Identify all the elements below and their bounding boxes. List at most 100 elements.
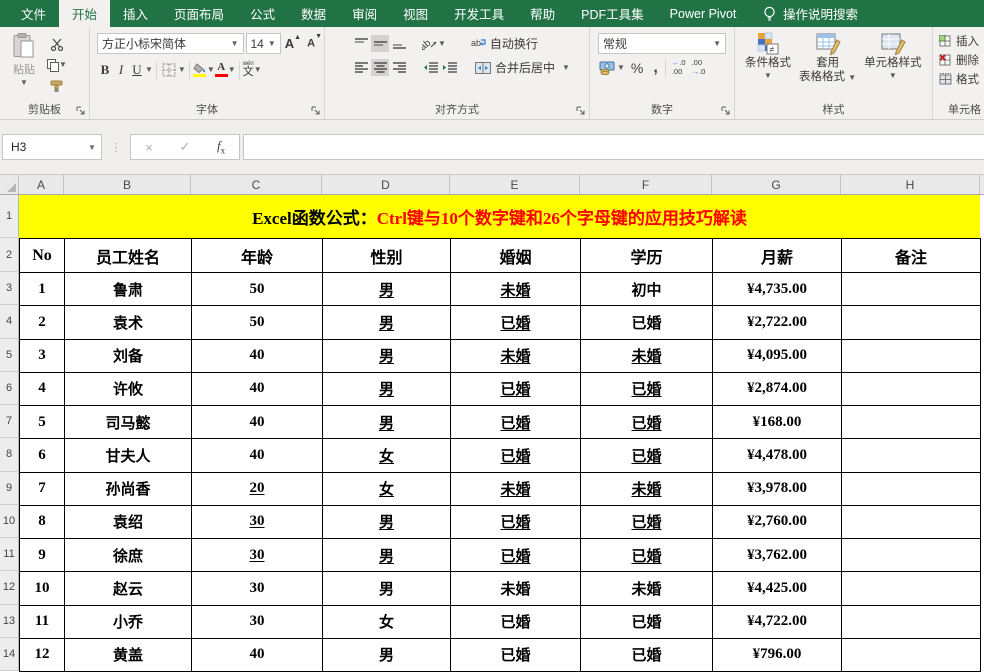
row-header-5[interactable]: 5 xyxy=(0,338,19,372)
conditional-formatting-button[interactable]: ≠ 条件格式 ▼ xyxy=(745,32,791,85)
cell-marital[interactable]: 已婚 xyxy=(450,637,581,672)
cut-button[interactable] xyxy=(46,36,68,52)
cell-name[interactable]: 司马懿 xyxy=(64,404,192,440)
cell-no[interactable]: 9 xyxy=(19,537,65,573)
cell-remark[interactable] xyxy=(841,504,981,540)
cell-remark[interactable] xyxy=(841,271,981,307)
cell-gender[interactable]: 男 xyxy=(322,338,451,373)
cell-marital[interactable]: 已婚 xyxy=(450,537,581,573)
column-header-C[interactable]: C xyxy=(191,175,322,194)
cell-name[interactable]: 袁术 xyxy=(64,305,192,340)
decrease-font-size-button[interactable]: A▼ xyxy=(305,33,324,50)
underline-button[interactable]: U xyxy=(129,60,145,79)
cell-age[interactable]: 40 xyxy=(191,338,323,373)
cell-name[interactable]: 刘备 xyxy=(64,338,192,373)
cell-salary[interactable]: ¥168.00 xyxy=(712,404,842,440)
row-header-4[interactable]: 4 xyxy=(0,305,19,339)
cell-age[interactable]: 30 xyxy=(191,537,323,573)
fill-color-dropdown-arrow[interactable]: ▼ xyxy=(207,65,215,74)
cell-age[interactable]: 40 xyxy=(191,637,323,672)
cell-salary[interactable]: ¥4,722.00 xyxy=(712,604,842,639)
row-header-3[interactable]: 3 xyxy=(0,272,19,306)
tab-开始[interactable]: 开始 xyxy=(59,0,111,27)
cell-salary[interactable]: ¥3,762.00 xyxy=(712,537,842,573)
align-bottom-button[interactable] xyxy=(390,35,408,52)
cell-gender[interactable]: 女 xyxy=(322,604,451,639)
font-dialog-launcher[interactable] xyxy=(311,106,321,116)
cell-salary[interactable]: ¥3,978.00 xyxy=(712,471,842,506)
row-header-7[interactable]: 7 xyxy=(0,405,19,439)
cell-education[interactable]: 已婚 xyxy=(580,371,713,407)
cell-marital[interactable]: 已婚 xyxy=(450,371,581,407)
format-as-table-button[interactable]: 套用 表格格式 ▼ xyxy=(799,32,856,85)
cell-remark[interactable] xyxy=(841,438,981,473)
row-header-8[interactable]: 8 xyxy=(0,438,19,472)
number-format-combo[interactable]: 常规 ▼ xyxy=(598,33,726,54)
decrease-indent-button[interactable] xyxy=(421,59,439,76)
cell-no[interactable]: 12 xyxy=(19,637,65,672)
cell-name[interactable]: 许攸 xyxy=(64,371,192,407)
column-header-G[interactable]: G xyxy=(712,175,841,194)
wrap-text-button[interactable]: ab 自动换行 xyxy=(470,34,539,53)
tab-文件[interactable]: 文件 xyxy=(8,0,59,27)
paste-button[interactable]: 粘贴 ▼ xyxy=(6,33,42,94)
cell-gender[interactable]: 男 xyxy=(322,504,451,540)
tell-me-search[interactable]: 操作说明搜索 xyxy=(763,0,984,27)
phonetic-guide-button[interactable]: wén 文 xyxy=(243,61,254,78)
row-header-11[interactable]: 11 xyxy=(0,538,19,572)
row-header-2[interactable]: 2 xyxy=(0,238,19,272)
cell-age[interactable]: 20 xyxy=(191,471,323,506)
cell-salary[interactable]: ¥4,735.00 xyxy=(712,271,842,307)
align-top-button[interactable] xyxy=(352,35,370,52)
column-header-D[interactable]: D xyxy=(322,175,450,194)
format-cells-button[interactable]: 格式 xyxy=(939,71,984,87)
cell-no[interactable]: 11 xyxy=(19,604,65,639)
underline-dropdown-arrow[interactable]: ▼ xyxy=(145,65,153,74)
row-header-9[interactable]: 9 xyxy=(0,471,19,505)
increase-decimal-button[interactable]: ←.0.00 xyxy=(669,58,689,76)
cancel-button[interactable]: × xyxy=(131,140,167,155)
cell-gender[interactable]: 男 xyxy=(322,371,451,407)
tab-帮助[interactable]: 帮助 xyxy=(517,0,568,27)
copy-button[interactable]: ▼ xyxy=(46,57,68,73)
cell-no[interactable]: 3 xyxy=(19,338,65,373)
cell-marital[interactable]: 已婚 xyxy=(450,404,581,440)
orientation-button[interactable]: ab xyxy=(421,35,438,52)
tab-PDF工具集[interactable]: PDF工具集 xyxy=(568,0,657,27)
cell-no[interactable]: 7 xyxy=(19,471,65,506)
alignment-dialog-launcher[interactable] xyxy=(576,106,586,116)
accounting-format-button[interactable] xyxy=(598,60,617,76)
number-dialog-launcher[interactable] xyxy=(721,106,731,116)
bold-button[interactable]: B xyxy=(97,60,113,79)
cell-age[interactable]: 50 xyxy=(191,271,323,307)
cell-remark[interactable] xyxy=(841,305,981,340)
cell-gender[interactable]: 男 xyxy=(322,305,451,340)
cell-salary[interactable]: ¥4,425.00 xyxy=(712,571,842,606)
row-header-12[interactable]: 12 xyxy=(0,571,19,605)
cell-marital[interactable]: 未婚 xyxy=(450,338,581,373)
font-color-button[interactable]: A xyxy=(214,62,228,77)
cell-education[interactable]: 已婚 xyxy=(580,504,713,540)
align-center-button[interactable] xyxy=(371,59,389,76)
cell-age[interactable]: 30 xyxy=(191,604,323,639)
select-all-button[interactable] xyxy=(0,175,19,194)
cell-name[interactable]: 甘夫人 xyxy=(64,438,192,473)
column-header-F[interactable]: F xyxy=(580,175,712,194)
tab-视图[interactable]: 视图 xyxy=(390,0,441,27)
formula-bar-input[interactable] xyxy=(243,134,984,160)
cell-remark[interactable] xyxy=(841,404,981,440)
decrease-decimal-button[interactable]: .00 →.0 xyxy=(689,58,709,76)
column-header-B[interactable]: B xyxy=(64,175,191,194)
header-cell-0[interactable]: No xyxy=(19,238,65,273)
cell-salary[interactable]: ¥796.00 xyxy=(712,637,842,672)
cell-gender[interactable]: 男 xyxy=(322,537,451,573)
column-header-A[interactable]: A xyxy=(19,175,64,194)
align-middle-button[interactable] xyxy=(371,35,389,52)
cell-no[interactable]: 4 xyxy=(19,371,65,407)
name-box-dropdown-arrow[interactable]: ▼ xyxy=(83,143,101,152)
cell-age[interactable]: 40 xyxy=(191,371,323,407)
cell-remark[interactable] xyxy=(841,371,981,407)
cell-gender[interactable]: 女 xyxy=(322,438,451,473)
cell-age[interactable]: 30 xyxy=(191,504,323,540)
header-cell-7[interactable]: 备注 xyxy=(841,238,981,273)
